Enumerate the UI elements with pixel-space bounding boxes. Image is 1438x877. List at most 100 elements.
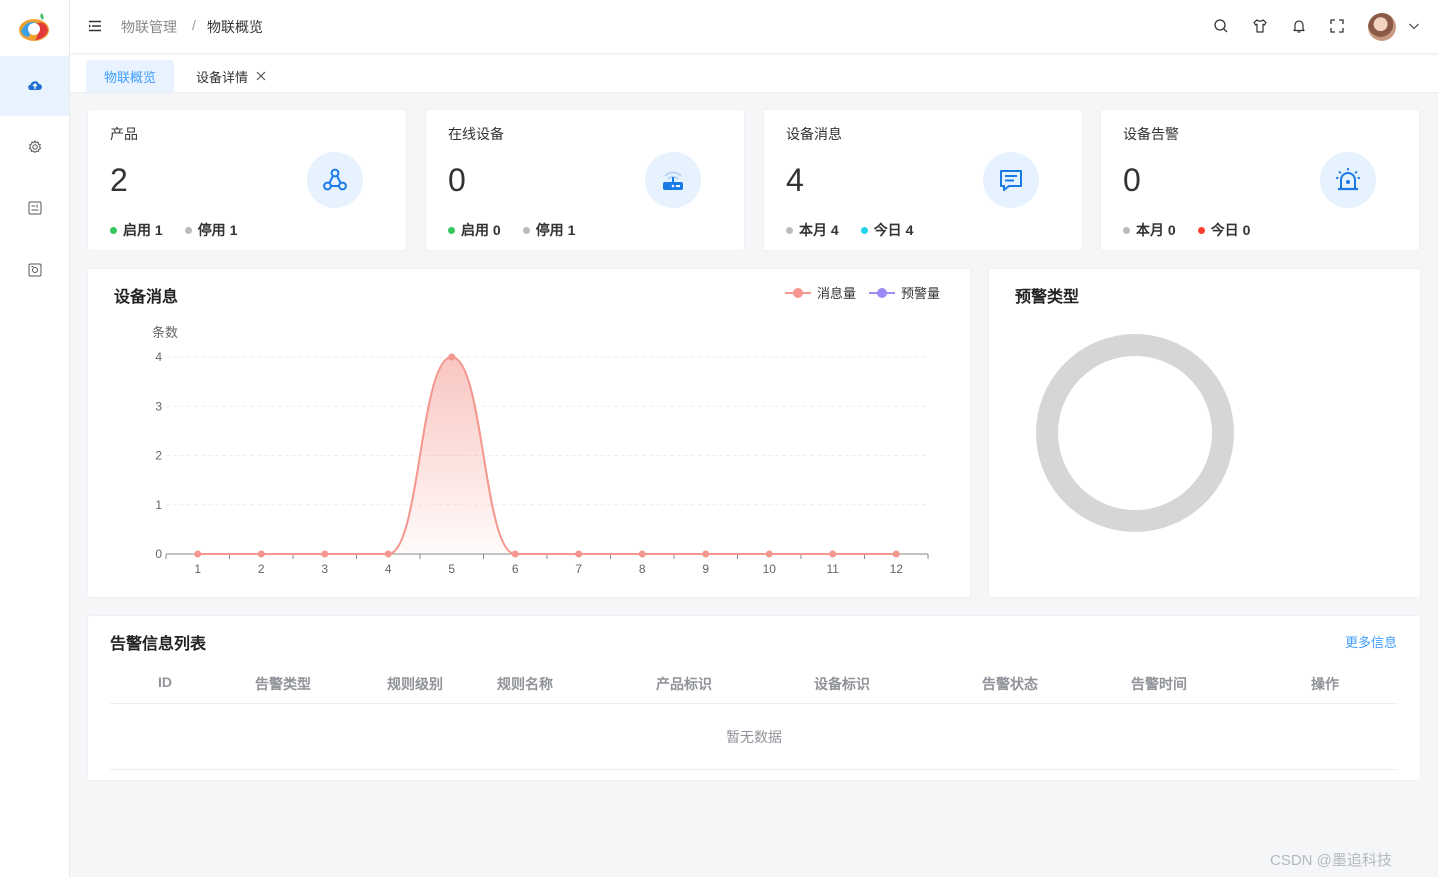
chevron-down-icon[interactable] — [1408, 20, 1420, 32]
column-header-alarm-time[interactable]: 告警时间 — [1131, 674, 1187, 694]
message-icon — [1000, 170, 1022, 191]
footer-value: 0 — [492, 222, 501, 238]
stat-card-device-messages: 设备消息 4 本月 4 今日 4 — [763, 109, 1083, 251]
data-point — [257, 550, 265, 558]
y-tick-label: 0 — [155, 547, 162, 561]
status-dot — [522, 226, 530, 234]
sidebar-item-settings[interactable] — [0, 117, 69, 177]
stat-title: 产品 — [110, 126, 138, 142]
x-tick-label: 9 — [702, 562, 709, 576]
data-point — [765, 550, 773, 558]
breadcrumb-current: 物联概览 — [207, 19, 263, 35]
column-header-alarm-type[interactable]: 告警类型 — [255, 674, 311, 694]
device-icon — [28, 263, 41, 277]
gear-icon — [28, 140, 41, 154]
stat-icon-badge — [645, 152, 701, 208]
x-tick-label: 10 — [763, 562, 777, 576]
hamburger-menu-icon[interactable] — [88, 19, 102, 33]
panel-title: 告警信息列表 — [110, 636, 207, 653]
stat-footer: 本月 0 今日 0 — [1123, 220, 1250, 240]
column-header-id[interactable]: ID — [158, 674, 172, 690]
stat-title: 在线设备 — [448, 126, 504, 142]
column-header-alarm-status[interactable]: 告警状态 — [982, 674, 1038, 694]
alarm-icon — [1336, 168, 1360, 191]
y-tick-label: 4 — [155, 350, 162, 364]
stat-footer-item: 今日 0 — [1197, 220, 1251, 240]
bell-icon[interactable] — [1291, 18, 1307, 34]
data-point — [575, 550, 583, 558]
column-header-rule-level[interactable]: 规则级别 — [387, 674, 443, 694]
x-tick-label: 4 — [385, 562, 392, 576]
x-tick-label: 3 — [321, 562, 328, 576]
stat-icon-badge — [983, 152, 1039, 208]
column-header-actions[interactable]: 操作 — [1311, 674, 1339, 694]
data-point — [194, 550, 202, 558]
data-point — [829, 550, 837, 558]
y-tick-label: 3 — [155, 399, 162, 413]
footer-value: 1 — [567, 222, 576, 238]
top-header: 物联管理 / 物联概览 — [70, 0, 1438, 54]
data-point — [702, 550, 710, 558]
shirt-icon[interactable] — [1252, 18, 1268, 34]
stat-footer: 启用 0 停用 1 — [448, 220, 575, 240]
stat-value: 0 — [448, 162, 466, 198]
stat-footer-item: 本月 4 — [786, 220, 839, 240]
footer-value: 0 — [1242, 222, 1251, 238]
breadcrumb-separator: / — [192, 17, 196, 33]
app-logo[interactable] — [17, 11, 51, 43]
search-icon[interactable] — [1213, 18, 1229, 34]
sidebar-item-device[interactable] — [0, 240, 69, 300]
avatar[interactable] — [1368, 13, 1396, 41]
data-point — [321, 550, 329, 558]
router-icon — [663, 171, 683, 190]
footer-label: 今日 — [873, 222, 902, 238]
sidebar-item-panel[interactable] — [0, 178, 69, 238]
table-empty-state: 暂无数据 — [110, 704, 1398, 770]
column-header-device-id[interactable]: 设备标识 — [814, 674, 870, 694]
stat-card-products: 产品 2 启用 1 停用 1 — [87, 109, 407, 251]
footer-value: 1 — [229, 222, 238, 238]
stat-title: 设备告警 — [1123, 126, 1179, 142]
device-message-chart-panel: 设备消息 消息量 预警量 条数 0 1 2 3 4 1 2 3 4 5 6 7 8 9 10 11 12 — [87, 268, 971, 598]
breadcrumb-parent[interactable]: 物联管理 — [121, 17, 177, 37]
status-dot — [786, 226, 793, 234]
data-point — [384, 550, 392, 558]
x-tick-label: 8 — [639, 562, 646, 576]
y-tick-label: 2 — [155, 449, 162, 463]
data-point — [511, 550, 519, 558]
stat-icon-badge — [1320, 152, 1376, 208]
footer-label: 启用 — [461, 222, 489, 238]
status-dot — [860, 226, 868, 234]
cloud-upload-icon — [27, 81, 42, 91]
column-header-product-id[interactable]: 产品标识 — [656, 674, 712, 694]
close-icon[interactable] — [256, 71, 266, 81]
alarm-list-panel: 告警信息列表 更多信息 ID 告警类型 规则级别 规则名称 产品标识 设备标识 … — [87, 615, 1421, 781]
fullscreen-icon[interactable] — [1329, 18, 1345, 34]
data-point — [638, 550, 646, 558]
tab-device-detail[interactable]: 设备详情 — [178, 60, 284, 92]
footer-label: 停用 — [535, 222, 564, 238]
stat-footer-item: 本月 0 — [1123, 220, 1176, 240]
x-tick-label: 6 — [512, 562, 519, 576]
footer-value: 4 — [830, 222, 839, 238]
sidebar-item-overview[interactable] — [0, 56, 69, 116]
stat-footer-item: 停用 1 — [522, 220, 576, 240]
data-point — [448, 353, 456, 361]
status-dot — [110, 226, 117, 234]
status-dot — [184, 226, 192, 234]
x-tick-label: 2 — [258, 562, 265, 576]
column-header-rule-name[interactable]: 规则名称 — [497, 674, 553, 694]
message-line-chart: 条数012341 2 3 4 5 6 7 8 9 10 11 12 — [152, 325, 929, 576]
tab-overview[interactable]: 物联概览 — [86, 60, 175, 92]
sidebar — [0, 0, 70, 877]
x-tick-label: 5 — [448, 562, 455, 576]
footer-label: 本月 — [799, 222, 827, 238]
table-header: ID 告警类型 规则级别 规则名称 产品标识 设备标识 告警状态 告警时间 操作 — [110, 660, 1398, 704]
more-info-link[interactable]: 更多信息 — [1345, 632, 1397, 651]
stat-footer-item: 停用 1 — [184, 220, 238, 240]
footer-label: 启用 — [123, 222, 151, 238]
stat-footer-item: 启用 1 — [110, 220, 163, 240]
watermark: CSDN @墨追科技 — [1270, 852, 1392, 869]
stat-value: 2 — [110, 162, 128, 198]
x-tick-label: 11 — [827, 562, 840, 576]
